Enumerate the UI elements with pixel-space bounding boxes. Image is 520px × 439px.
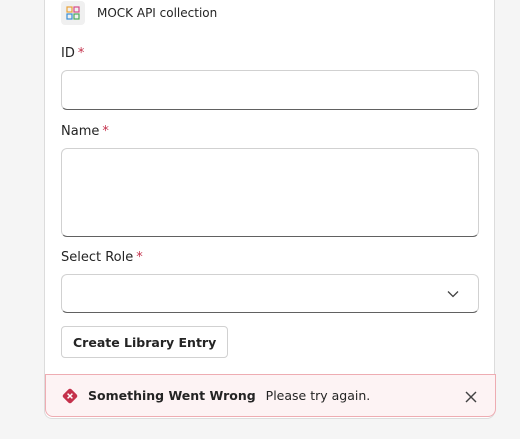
error-alert: Something Went Wrong Please try again.	[45, 374, 496, 417]
form-card: MOCK API collection ID * Name * Select Rol…	[44, 0, 496, 419]
name-label: Name *	[61, 124, 109, 139]
role-label-text: Select Role	[61, 250, 134, 265]
app-title: MOCK API collection	[97, 6, 218, 20]
role-label: Select Role *	[61, 250, 143, 265]
role-dropdown[interactable]	[61, 274, 479, 313]
create-library-entry-button[interactable]: Create Library Entry	[61, 326, 229, 358]
alert-message: Please try again.	[265, 388, 371, 403]
id-label: ID *	[61, 46, 84, 61]
required-mark: *	[136, 250, 143, 265]
name-label-text: Name	[61, 124, 100, 139]
app-grid-icon	[61, 1, 85, 25]
id-field[interactable]	[61, 70, 479, 110]
alert-title: Something Went Wrong	[88, 388, 256, 403]
name-field[interactable]	[61, 148, 479, 237]
chevron-down-icon	[446, 286, 460, 305]
error-icon	[61, 387, 79, 405]
close-icon[interactable]	[464, 389, 478, 403]
form-header: MOCK API collection	[61, 0, 217, 26]
required-mark: *	[102, 124, 109, 139]
id-label-text: ID	[61, 46, 75, 61]
required-mark: *	[77, 46, 85, 61]
